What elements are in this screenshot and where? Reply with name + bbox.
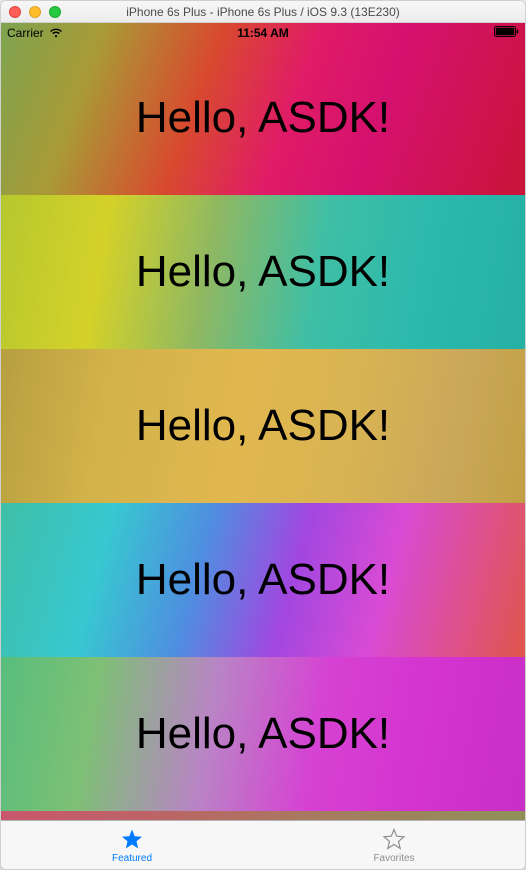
row-label: Hello, ASDK! xyxy=(136,709,390,759)
minimize-button[interactable] xyxy=(29,6,41,18)
traffic-lights xyxy=(9,6,61,18)
titlebar[interactable]: iPhone 6s Plus - iPhone 6s Plus / iOS 9.… xyxy=(1,1,525,23)
row-label: Hello, ASDK! xyxy=(136,247,390,297)
star-outline-icon xyxy=(381,826,407,852)
tab-favorites[interactable]: Favorites xyxy=(263,821,525,869)
tab-label: Featured xyxy=(112,853,152,864)
row-label: Hello, ASDK! xyxy=(136,93,390,143)
row-label: Hello, ASDK! xyxy=(136,401,390,451)
simulator-screen: Carrier 11:54 AM Hello, ASDK! Hello, ASD… xyxy=(1,23,525,869)
tab-featured[interactable]: Featured xyxy=(1,821,263,869)
star-filled-icon xyxy=(119,826,145,852)
table-row[interactable]: Hello, ASDK! xyxy=(1,503,525,657)
table-row[interactable] xyxy=(1,811,525,820)
table-row[interactable]: Hello, ASDK! xyxy=(1,23,525,195)
window-title: iPhone 6s Plus - iPhone 6s Plus / iOS 9.… xyxy=(1,5,525,19)
status-bar: Carrier 11:54 AM xyxy=(1,23,525,43)
table-view[interactable]: Hello, ASDK! Hello, ASDK! Hello, ASDK! H… xyxy=(1,23,525,820)
status-time: 11:54 AM xyxy=(1,26,525,40)
close-button[interactable] xyxy=(9,6,21,18)
tab-label: Favorites xyxy=(373,853,414,864)
row-label: Hello, ASDK! xyxy=(136,555,390,605)
table-row[interactable]: Hello, ASDK! xyxy=(1,195,525,349)
table-row[interactable]: Hello, ASDK! xyxy=(1,657,525,811)
tab-bar: Featured Favorites xyxy=(1,820,525,869)
simulator-window: iPhone 6s Plus - iPhone 6s Plus / iOS 9.… xyxy=(0,0,526,870)
zoom-button[interactable] xyxy=(49,6,61,18)
table-row[interactable]: Hello, ASDK! xyxy=(1,349,525,503)
